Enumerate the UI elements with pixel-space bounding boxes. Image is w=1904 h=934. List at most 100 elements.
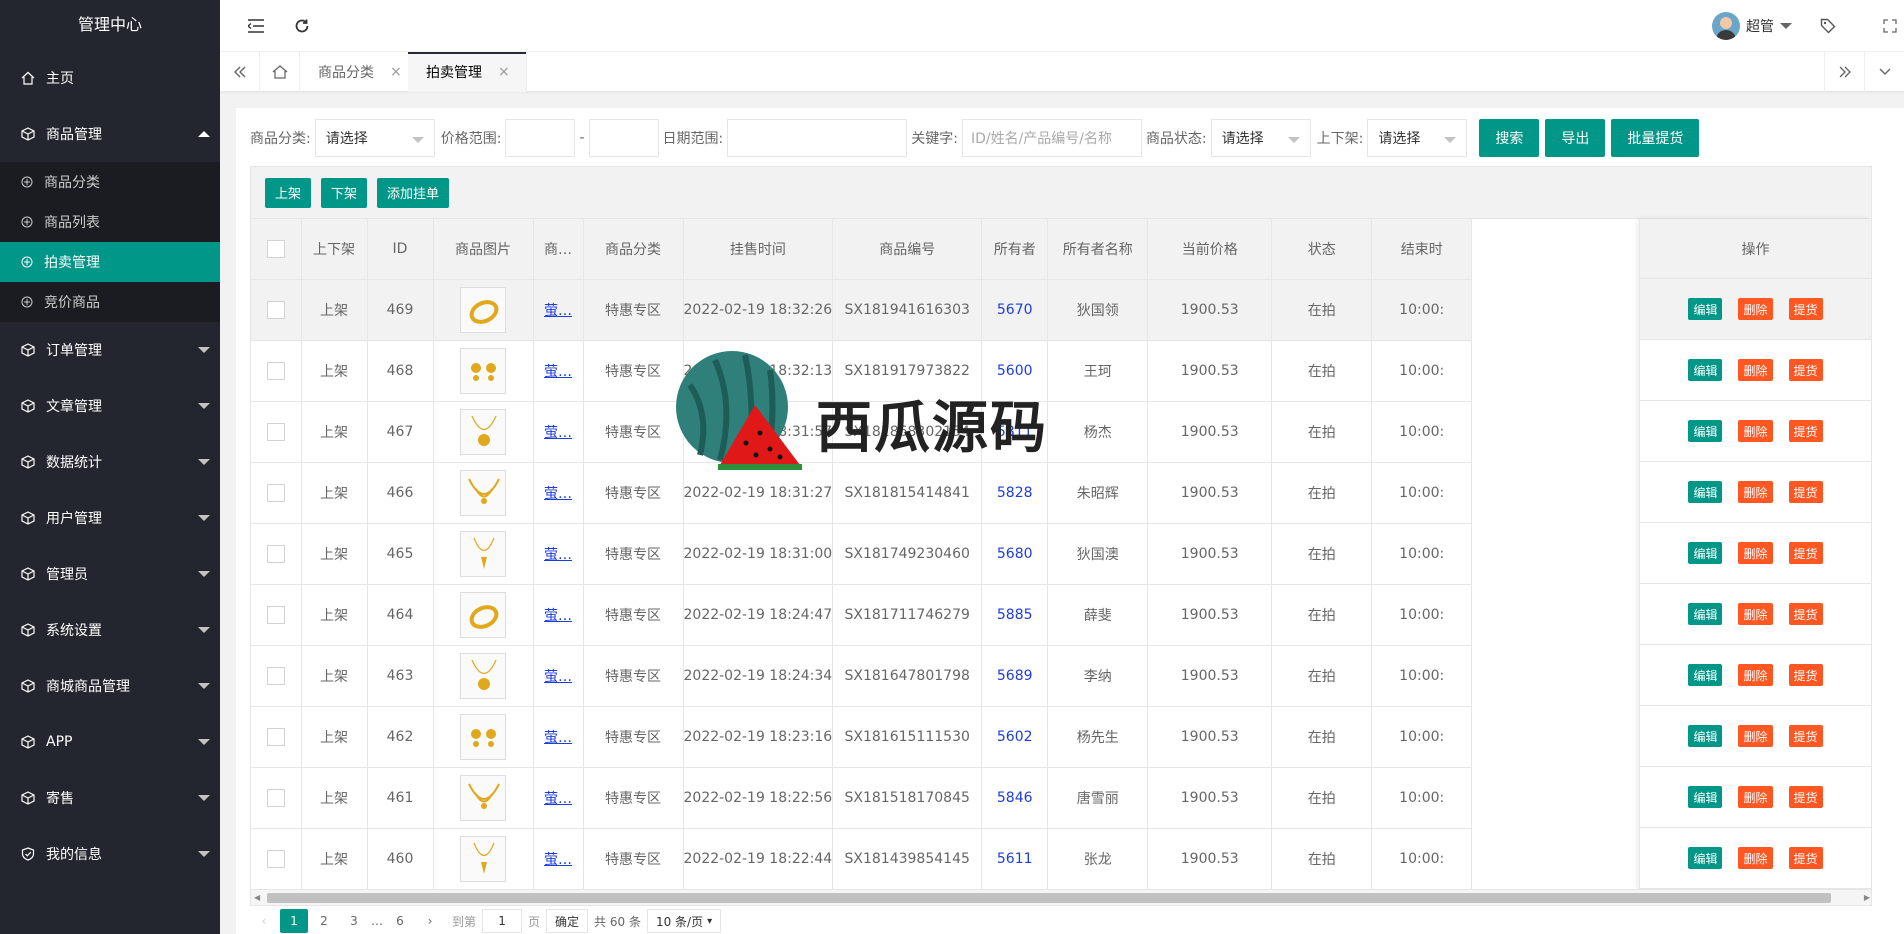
sidebar-item[interactable]: 用户管理 [0,490,220,546]
sidebar-subitem[interactable]: 竞价商品 [0,282,220,322]
column-header[interactable]: 当前价格 [1147,219,1273,280]
goto-confirm-button[interactable]: 确定 [546,909,589,933]
column-header[interactable]: 结束时 [1371,219,1473,280]
pickup-button[interactable]: 提货 [1788,603,1823,625]
menu-toggle-icon[interactable] [246,16,266,36]
pickup-button[interactable]: 提货 [1788,542,1823,564]
sidebar-item[interactable]: APP [0,714,220,770]
page-number[interactable]: 3 [340,909,368,933]
category-select[interactable]: 请选择 [314,119,435,157]
product-image[interactable] [460,408,506,455]
delete-button[interactable]: 删除 [1738,603,1773,625]
row-checkbox[interactable] [266,544,285,563]
next-page-icon[interactable]: › [416,909,444,933]
close-icon[interactable]: × [498,64,510,80]
sidebar-item[interactable]: 管理员 [0,546,220,602]
name-cell-text[interactable]: 萤… [544,303,572,319]
edit-button[interactable]: 编辑 [1688,847,1723,869]
owner-cell-text[interactable]: 5600 [997,363,1033,379]
table-row[interactable]: 上架 467 萤… 特惠专区 2022-02-19 18:31:57 SX18186830… [251,401,1473,463]
name-cell-text[interactable]: 萤… [544,730,572,746]
row-checkbox[interactable] [266,361,285,380]
pickup-button[interactable]: 提货 [1788,420,1823,442]
edit-button[interactable]: 编辑 [1688,420,1723,442]
edit-button[interactable]: 编辑 [1688,786,1723,808]
row-checkbox[interactable] [266,666,285,685]
sidebar-item[interactable]: 寄售 [0,770,220,826]
scrollbar-thumb[interactable] [267,893,1831,903]
column-header[interactable]: 所有者名称 [1047,219,1149,280]
close-icon[interactable]: × [390,64,402,80]
column-header[interactable]: 所有者 [981,219,1049,280]
tab-auction-management[interactable]: 拍卖管理 × [408,52,527,92]
table-row[interactable]: 上架 465 萤… 特惠专区 2022-02-19 18:31:00 SX18174923… [251,523,1473,585]
pickup-button[interactable]: 提货 [1788,786,1823,808]
sidebar-item[interactable]: 我的信息 [0,826,220,882]
owner-cell-text[interactable]: 5611 [997,851,1033,867]
status-select[interactable]: 请选择 [1210,119,1311,157]
owner-cell-text[interactable]: 5670 [997,302,1033,318]
scroll-right-icon[interactable]: ▶ [1864,893,1870,902]
owner-cell-text[interactable]: 5680 [997,546,1033,562]
select-all-checkbox[interactable] [266,239,285,258]
delete-button[interactable]: 删除 [1738,542,1773,564]
edit-button[interactable]: 编辑 [1688,359,1723,381]
delete-button[interactable]: 删除 [1738,725,1773,747]
row-checkbox[interactable] [266,422,285,441]
sidebar-item[interactable]: 系统设置 [0,602,220,658]
pickup-button[interactable]: 提货 [1788,298,1823,320]
tab-product-category[interactable]: 商品分类 × [300,52,419,92]
product-image[interactable] [460,835,506,882]
price-max-input[interactable] [588,119,659,157]
name-cell-text[interactable]: 萤… [544,486,572,502]
product-image[interactable] [460,286,506,333]
column-header[interactable]: 商… [533,219,584,280]
owner-cell-text[interactable]: 5602 [997,729,1033,745]
date-range-input[interactable] [727,119,908,157]
name-cell-text[interactable]: 萤… [544,364,572,380]
column-header[interactable]: 上下架 [301,219,368,280]
product-image[interactable] [460,591,506,638]
name-cell-text[interactable]: 萤… [544,547,572,563]
owner-cell-text[interactable]: 5828 [997,485,1033,501]
tag-icon[interactable] [1818,16,1838,36]
product-image[interactable] [460,530,506,577]
pickup-button[interactable]: 提货 [1788,847,1823,869]
product-image[interactable] [460,713,506,760]
delete-button[interactable]: 删除 [1738,481,1773,503]
owner-cell-text[interactable]: 5811 [997,424,1033,440]
delete-button[interactable]: 删除 [1738,298,1773,320]
table-row[interactable]: 上架 462 萤… 特惠专区 2022-02-19 18:23:16 SX18161511… [251,706,1473,768]
column-header[interactable]: 商品编号 [832,219,983,280]
table-row[interactable]: 上架 468 萤… 特惠专区 2022-02-19 18:32:13 SX18191797… [251,340,1473,402]
goto-page-input[interactable]: 1 [482,909,523,933]
row-checkbox[interactable] [266,605,285,624]
product-image[interactable] [460,347,506,394]
table-row[interactable]: 上架 466 萤… 特惠专区 2022-02-19 18:31:27 SX18181541… [251,462,1473,524]
sidebar-item[interactable]: 商城商品管理 [0,658,220,714]
pickup-button[interactable]: 提货 [1788,664,1823,686]
product-image[interactable] [460,652,506,699]
pickup-button[interactable]: 提货 [1788,481,1823,503]
home-tab-icon[interactable] [260,52,300,92]
delete-button[interactable]: 删除 [1738,420,1773,442]
sidebar-item[interactable]: 订单管理 [0,322,220,378]
product-image[interactable] [460,469,506,516]
owner-cell-text[interactable]: 5846 [997,790,1033,806]
name-cell-text[interactable]: 萤… [544,852,572,868]
export-button[interactable]: 导出 [1545,119,1606,157]
row-checkbox[interactable] [266,300,285,319]
sidebar-item[interactable]: 数据统计 [0,434,220,490]
owner-cell-text[interactable]: 5689 [997,668,1033,684]
batch-pickup-button[interactable]: 批量提货 [1611,119,1700,157]
delete-button[interactable]: 删除 [1738,359,1773,381]
name-cell-text[interactable]: 萤… [544,608,572,624]
table-row[interactable]: 上架 464 萤… 特惠专区 2022-02-19 18:24:47 SX18171174… [251,584,1473,646]
delete-button[interactable]: 删除 [1738,664,1773,686]
sidebar-item[interactable]: 商品管理 [0,106,220,162]
price-min-input[interactable] [505,119,576,157]
row-checkbox[interactable] [266,788,285,807]
page-number[interactable]: 1 [280,909,308,933]
horizontal-scrollbar[interactable]: ◀ ▶ [251,889,1871,905]
table-row[interactable]: 上架 460 萤… 特惠专区 2022-02-19 18:22:44 SX18143985… [251,828,1473,890]
